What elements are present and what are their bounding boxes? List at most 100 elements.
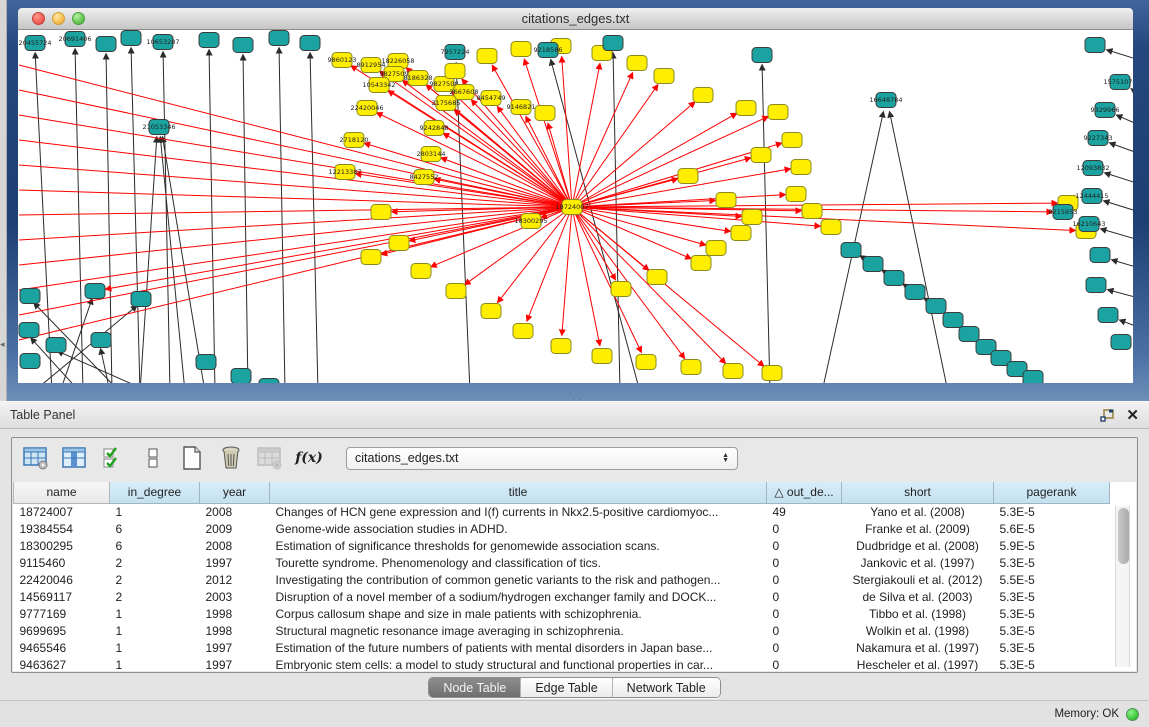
graph-edge[interactable]	[365, 143, 572, 207]
graph-node[interactable]	[943, 313, 963, 328]
cell-year[interactable]: 1997	[200, 656, 270, 671]
splitpane-collapse-icon[interactable]: ◂	[0, 340, 5, 349]
graph-node[interactable]	[681, 360, 701, 375]
graph-edge[interactable]	[279, 48, 285, 383]
cell-year[interactable]: 1997	[200, 639, 270, 656]
column-header-in-degree[interactable]: in_degree	[110, 482, 200, 503]
cell-year[interactable]: 1998	[200, 622, 270, 639]
graph-node[interactable]	[196, 355, 216, 370]
cell-in-degree[interactable]: 1	[110, 622, 200, 639]
graph-node[interactable]	[1023, 371, 1043, 384]
table-row[interactable]: 9777169 1 1998 Corpus callosum shape and…	[14, 605, 1110, 622]
graph-node[interactable]	[46, 338, 66, 353]
memory-ok-indicator-icon[interactable]	[1126, 708, 1139, 721]
cell-title[interactable]: Tourette syndrome. Phenomenology and cla…	[270, 554, 767, 571]
graph-edge[interactable]	[19, 207, 572, 265]
graph-node[interactable]	[654, 69, 674, 84]
cell-pagerank[interactable]: 5.3E-5	[994, 622, 1110, 639]
graph-edge[interactable]	[131, 48, 140, 383]
graph-edge[interactable]	[572, 143, 781, 207]
graph-node[interactable]	[863, 257, 883, 272]
network-window-titlebar[interactable]: citations_edges.txt	[18, 8, 1133, 30]
graph-edge[interactable]	[19, 190, 572, 207]
table-row[interactable]: 19384554 6 2009 Genome-wide association …	[14, 520, 1110, 537]
cell-in-degree[interactable]: 1	[110, 639, 200, 656]
cell-out-degree[interactable]: 0	[767, 588, 842, 605]
graph-node[interactable]	[20, 354, 40, 369]
graph-node[interactable]	[762, 366, 782, 381]
cell-short[interactable]: Stergiakouli et al. (2012)	[842, 571, 994, 588]
graph-node[interactable]	[691, 256, 711, 271]
cell-in-degree[interactable]: 1	[110, 503, 200, 520]
graph-edge[interactable]	[524, 59, 572, 207]
cell-name[interactable]: 18300295	[14, 537, 110, 554]
column-header-short[interactable]: short	[842, 482, 994, 503]
cell-year[interactable]: 2003	[200, 588, 270, 605]
delete-column-icon[interactable]	[217, 444, 245, 472]
column-select-icon[interactable]	[61, 444, 89, 472]
cell-pagerank[interactable]: 5.3E-5	[994, 605, 1110, 622]
cell-year[interactable]: 1997	[200, 554, 270, 571]
cell-title[interactable]: Structural magnetic resonance image aver…	[270, 622, 767, 639]
graph-node[interactable]	[752, 48, 772, 63]
graph-node[interactable]	[706, 241, 726, 256]
cell-out-degree[interactable]: 0	[767, 571, 842, 588]
graph-edge[interactable]	[1107, 50, 1133, 62]
graph-node[interactable]	[231, 369, 251, 384]
graph-node[interactable]	[19, 323, 39, 338]
graph-node[interactable]	[535, 106, 555, 121]
cell-year[interactable]: 2012	[200, 571, 270, 588]
column-header-year[interactable]: year	[200, 482, 270, 503]
cell-out-degree[interactable]: 0	[767, 520, 842, 537]
graph-edge[interactable]	[572, 85, 658, 207]
graph-edge[interactable]	[572, 117, 768, 207]
cell-short[interactable]: Wolkin et al. (1998)	[842, 622, 994, 639]
cell-title[interactable]: Investigating the contribution of common…	[270, 571, 767, 588]
cell-short[interactable]: Yano et al. (2008)	[842, 503, 994, 520]
cell-name[interactable]: 19384554	[14, 520, 110, 537]
graph-edge[interactable]	[1112, 260, 1133, 270]
cell-title[interactable]: Disruption of a novel member of a sodium…	[270, 588, 767, 605]
graph-node[interactable]	[905, 285, 925, 300]
graph-edge[interactable]	[890, 112, 948, 383]
cell-pagerank[interactable]: 5.9E-5	[994, 537, 1110, 554]
graph-node[interactable]	[551, 339, 571, 354]
graph-node[interactable]	[300, 36, 320, 51]
graph-edge[interactable]	[572, 207, 649, 270]
cell-pagerank[interactable]: 5.3E-5	[994, 656, 1110, 671]
graph-node[interactable]	[511, 42, 531, 57]
graph-node[interactable]	[269, 31, 289, 46]
graph-node[interactable]	[389, 236, 409, 251]
cell-pagerank[interactable]: 5.3E-5	[994, 503, 1110, 520]
graph-node[interactable]	[884, 271, 904, 286]
graph-edge[interactable]	[19, 207, 572, 215]
graph-node[interactable]	[636, 355, 656, 370]
graph-node[interactable]	[199, 33, 219, 48]
table-row[interactable]: 22420046 2 2012 Investigating the contri…	[14, 571, 1110, 588]
graph-edge[interactable]	[243, 55, 248, 383]
graph-node[interactable]	[91, 333, 111, 348]
cell-name[interactable]: 9465546	[14, 639, 110, 656]
cell-title[interactable]: Embryonic stem cells: a model to study s…	[270, 656, 767, 671]
cell-pagerank[interactable]: 5.3E-5	[994, 588, 1110, 605]
graph-edge[interactable]	[1108, 290, 1133, 300]
cell-pagerank[interactable]: 5.6E-5	[994, 520, 1110, 537]
graph-node[interactable]	[611, 282, 631, 297]
cell-in-degree[interactable]: 1	[110, 605, 200, 622]
graph-edge[interactable]	[572, 207, 725, 363]
graph-edge[interactable]	[1117, 115, 1133, 128]
cell-short[interactable]: Franke et al. (2009)	[842, 520, 994, 537]
cell-in-degree[interactable]: 1	[110, 656, 200, 671]
graph-node[interactable]	[926, 299, 946, 314]
graph-node[interactable]	[821, 220, 841, 235]
table-row[interactable]: 9115460 2 1997 Tourette syndrome. Phenom…	[14, 554, 1110, 571]
graph-edge[interactable]	[572, 102, 695, 207]
table-row[interactable]: 9463627 1 1997 Embryonic stem cells: a m…	[14, 656, 1110, 671]
cell-name[interactable]: 14569117	[14, 588, 110, 605]
row-checks-icon[interactable]	[100, 444, 128, 472]
cell-name[interactable]: 9463627	[14, 656, 110, 671]
graph-node[interactable]	[678, 169, 698, 184]
graph-node[interactable]	[446, 284, 466, 299]
column-header-name[interactable]: name	[14, 482, 110, 503]
graph-node[interactable]	[1085, 38, 1105, 53]
